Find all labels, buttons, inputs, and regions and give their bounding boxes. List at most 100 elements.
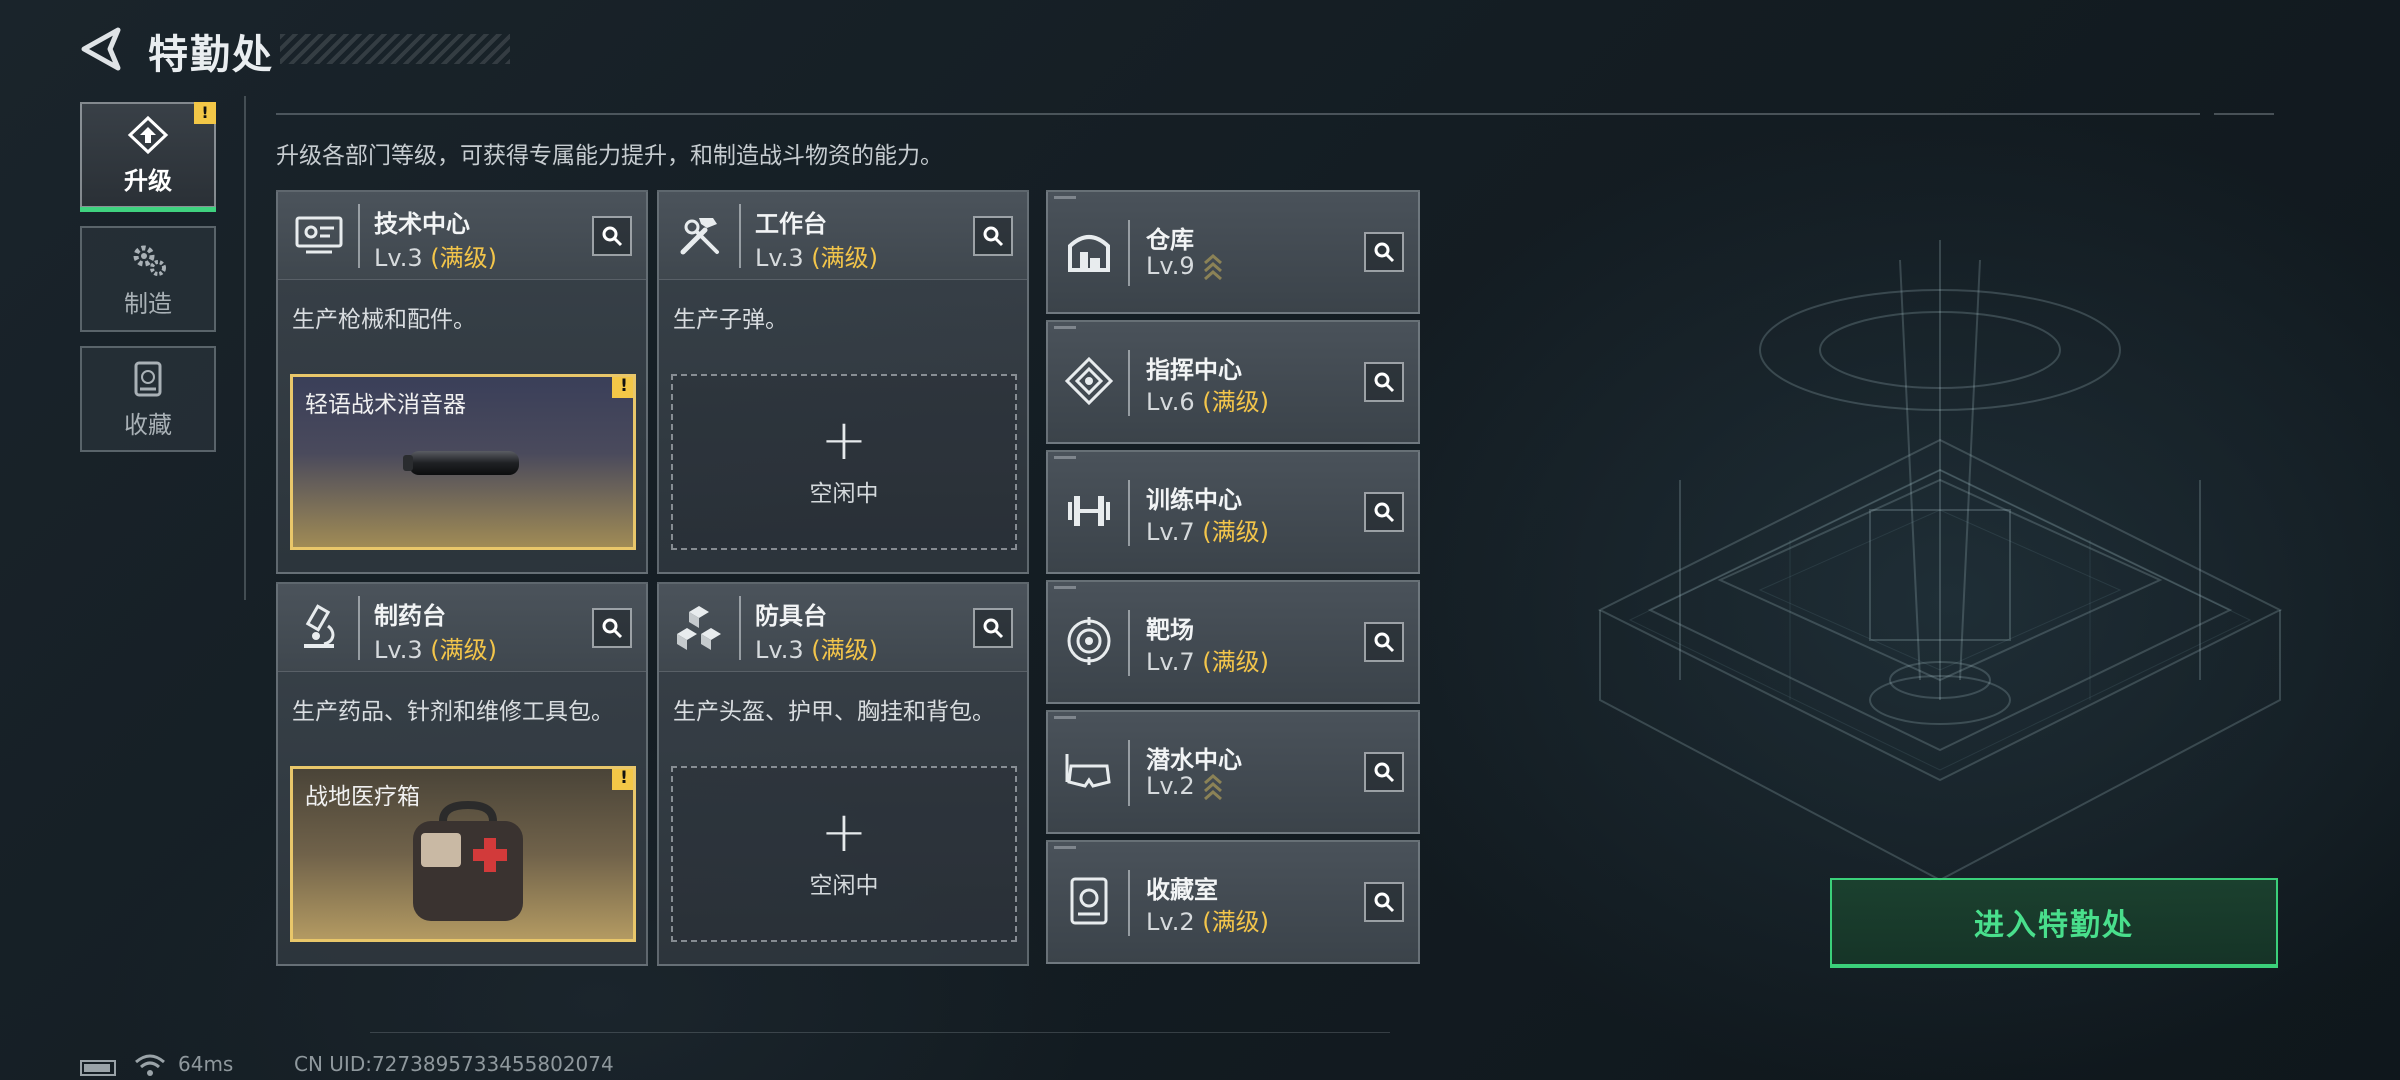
icon-separator (1128, 350, 1130, 416)
base-wireframe-art (1597, 240, 2283, 882)
search-icon (1374, 762, 1395, 783)
warehouse-icon (1060, 222, 1118, 280)
divider (244, 96, 246, 600)
diving-mask-icon (1060, 742, 1118, 800)
max-level-tag: (满级) (430, 636, 497, 664)
tab-craft[interactable]: 制造 (80, 226, 216, 332)
alert-badge: ! (612, 377, 633, 398)
search-icon (1374, 502, 1395, 523)
inspect-button[interactable] (973, 608, 1013, 648)
icon-separator (739, 596, 741, 660)
collection-icon (134, 361, 162, 396)
title-decoration (280, 34, 510, 64)
max-level-tag: (满级) (811, 636, 878, 664)
search-icon (983, 618, 1004, 639)
target-icon (1060, 612, 1118, 670)
level-value: Lv.2 (1146, 908, 1195, 936)
inspect-button[interactable] (1364, 232, 1404, 272)
facility-level: Lv.3 (满级) (755, 630, 878, 665)
level-value: Lv.3 (374, 244, 423, 272)
inspect-button[interactable] (1364, 882, 1404, 922)
enter-button-label: 进入特勤处 (1974, 908, 2134, 943)
product-slot[interactable]: 轻语战术消音器 ! (290, 374, 636, 550)
inspect-button[interactable] (1364, 492, 1404, 532)
card-armor-bench: 防具台 Lv.3 (满级) 生产头盔、护甲、胸挂和背包。 + 空闲中 (657, 582, 1029, 966)
level-value: Lv.3 (374, 636, 423, 664)
search-icon (1374, 242, 1395, 263)
facility-name: 仓库 (1146, 226, 1194, 254)
card-header: 防具台 Lv.3 (满级) (659, 584, 1027, 672)
facility-name: 工作台 (755, 210, 827, 238)
card-header: 技术中心 Lv.3 (满级) (278, 192, 646, 280)
facility-name: 防具台 (755, 602, 827, 630)
alert-badge: ! (194, 102, 216, 124)
upgrade-icon (127, 115, 169, 154)
corner-mark (1054, 846, 1076, 849)
tab-upgrade[interactable]: 升级 ! (80, 102, 216, 212)
plus-icon: + (820, 408, 868, 473)
facility-description: 生产头盔、护甲、胸挂和背包。 (673, 699, 995, 725)
facility-name: 技术中心 (374, 210, 470, 238)
idle-label: 空闲中 (809, 481, 879, 507)
search-icon (1374, 892, 1395, 913)
card-pharmacy: 制药台 Lv.3 (满级) 生产药品、针剂和维修工具包。 战地医疗箱 ! (276, 582, 648, 966)
facility-level: Lv.2 (1146, 772, 1223, 801)
level-value: Lv.3 (755, 636, 804, 664)
enter-special-ops-button[interactable]: 进入特勤处 (1830, 878, 2278, 968)
icon-separator (1128, 870, 1130, 936)
inspect-button[interactable] (592, 216, 632, 256)
footer-divider (370, 1032, 1390, 1033)
tab-collection[interactable]: 收藏 (80, 346, 216, 452)
back-arrow-icon[interactable] (78, 26, 126, 72)
suppressor-image (403, 451, 519, 475)
card-header: 制药台 Lv.3 (满级) (278, 584, 646, 672)
facility-command-center: 指挥中心 Lv.6 (满级) (1046, 320, 1420, 444)
max-level-tag: (满级) (1202, 518, 1269, 546)
tab-craft-label: 制造 (124, 289, 172, 318)
facility-name: 收藏室 (1146, 876, 1218, 904)
icon-separator (358, 204, 360, 268)
search-icon (602, 618, 623, 639)
search-icon (602, 226, 623, 247)
inspect-button[interactable] (973, 216, 1013, 256)
battery-icon (80, 1060, 116, 1076)
dumbbell-icon (1060, 482, 1118, 540)
facility-name: 潜水中心 (1146, 746, 1242, 774)
facility-description: 生产枪械和配件。 (292, 307, 476, 333)
ping-value: 64ms (178, 1052, 234, 1076)
product-slot[interactable]: 战地医疗箱 ! (290, 766, 636, 942)
facility-name: 指挥中心 (1146, 356, 1242, 384)
product-name: 轻语战术消音器 (305, 392, 466, 418)
level-value: Lv.7 (1146, 518, 1195, 546)
search-icon (1374, 632, 1395, 653)
icon-separator (1128, 740, 1130, 806)
command-center-icon (1060, 352, 1118, 410)
facility-level: Lv.3 (满级) (755, 238, 878, 273)
facility-level: Lv.2 (满级) (1146, 902, 1269, 937)
facility-diving-center: 潜水中心 Lv.2 (1046, 710, 1420, 834)
facility-level: Lv.7 (满级) (1146, 512, 1269, 547)
idle-slot[interactable]: + 空闲中 (671, 766, 1017, 942)
corner-mark (1054, 196, 1076, 199)
inspect-button[interactable] (1364, 362, 1404, 402)
tab-collection-label: 收藏 (124, 410, 172, 439)
facility-level: Lv.9 (1146, 252, 1223, 281)
corner-mark (1054, 716, 1076, 719)
inspect-button[interactable] (592, 608, 632, 648)
collection-room-icon (1060, 872, 1118, 930)
corner-mark (1054, 456, 1076, 459)
page-title: 特勤处 (148, 32, 274, 78)
idle-slot[interactable]: + 空闲中 (671, 374, 1017, 550)
icon-separator (739, 204, 741, 268)
max-level-tag: (满级) (1202, 648, 1269, 676)
idle-label: 空闲中 (809, 873, 879, 899)
level-value: Lv.6 (1146, 388, 1195, 416)
facility-description: 生产药品、针剂和维修工具包。 (292, 699, 614, 725)
facility-name: 训练中心 (1146, 486, 1242, 514)
facility-training-center: 训练中心 Lv.7 (满级) (1046, 450, 1420, 574)
armor-blocks-icon (671, 598, 729, 656)
inspect-button[interactable] (1364, 752, 1404, 792)
inspect-button[interactable] (1364, 622, 1404, 662)
search-icon (983, 226, 1004, 247)
wifi-icon (135, 1054, 165, 1076)
